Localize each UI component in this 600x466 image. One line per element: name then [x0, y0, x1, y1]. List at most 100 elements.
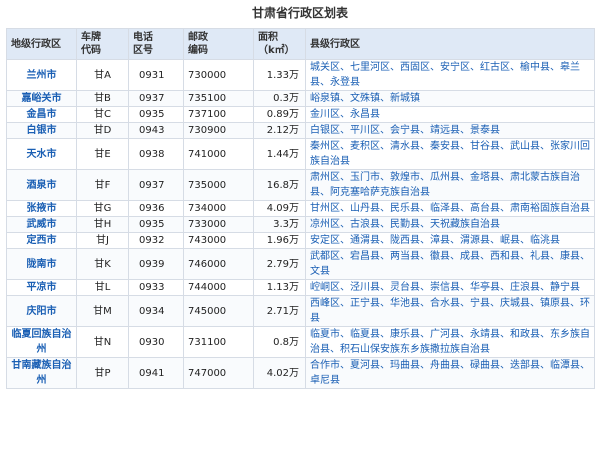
county-link[interactable]: 永登县: [330, 77, 360, 88]
county-link[interactable]: 临潭县: [550, 360, 580, 371]
county-link[interactable]: 永靖县: [470, 329, 500, 340]
county-link[interactable]: 民勤县: [390, 219, 420, 230]
county-link[interactable]: 庄浪县: [510, 282, 540, 293]
county-link[interactable]: 积石山保安族东乡族撒拉族自治县: [340, 344, 490, 355]
county-link[interactable]: 迭部县: [510, 360, 540, 371]
county-link[interactable]: 康乐县: [390, 329, 420, 340]
county-link[interactable]: 清水县: [390, 141, 420, 152]
county-link[interactable]: 崇信县: [430, 282, 460, 293]
county-link[interactable]: 卓尼县: [310, 375, 340, 386]
county-link[interactable]: 瓜州县: [430, 172, 460, 183]
county-link[interactable]: 靖远县: [430, 125, 460, 136]
county-link[interactable]: 西峰区: [310, 298, 340, 309]
county-link[interactable]: 平川区: [350, 125, 380, 136]
county-link[interactable]: 宁县: [470, 298, 490, 309]
city-link[interactable]: 嘉峪关市: [22, 93, 62, 104]
city-link[interactable]: 兰州市: [27, 70, 57, 81]
county-link[interactable]: 舟曲县: [430, 360, 460, 371]
county-link[interactable]: 金塔县: [470, 172, 500, 183]
county-link[interactable]: 白银区: [310, 125, 340, 136]
county-link[interactable]: 峪泉镇: [310, 93, 340, 104]
city-link[interactable]: 定西市: [27, 235, 57, 246]
county-link[interactable]: 崆峒区: [310, 282, 340, 293]
county-link[interactable]: 榆中县: [520, 62, 550, 73]
city-link[interactable]: 平凉市: [27, 282, 57, 293]
county-link[interactable]: 陇西县: [390, 235, 420, 246]
county-link[interactable]: 夏河县: [350, 360, 380, 371]
city-link[interactable]: 金昌市: [27, 109, 57, 120]
county-link[interactable]: 临泽县: [430, 203, 460, 214]
county-link[interactable]: 古浪县: [350, 219, 380, 230]
city-link[interactable]: 酒泉市: [27, 180, 57, 191]
county-link[interactable]: 新城镇: [390, 93, 420, 104]
county-link[interactable]: 西固区: [400, 62, 430, 73]
county-link[interactable]: 静宁县: [550, 282, 580, 293]
city-link[interactable]: 张掖市: [27, 203, 57, 214]
county-link[interactable]: 漳县: [430, 235, 450, 246]
county-link[interactable]: 城关区: [310, 62, 340, 73]
county-link[interactable]: 武都区: [310, 251, 340, 262]
county-separator: 、: [340, 298, 350, 309]
city-link[interactable]: 天水市: [27, 149, 57, 160]
county-link[interactable]: 凉州区: [310, 219, 340, 230]
county-link[interactable]: 敦煌市: [390, 172, 420, 183]
county-link[interactable]: 天祝藏族自治县: [430, 219, 500, 230]
county-link[interactable]: 麦积区: [350, 141, 380, 152]
county-link[interactable]: 金川区: [310, 109, 340, 120]
county-link[interactable]: 灵台县: [390, 282, 420, 293]
county-link[interactable]: 安宁区: [440, 62, 470, 73]
county-link[interactable]: 肃南裕固族自治县: [510, 203, 590, 214]
county-link[interactable]: 徽县: [430, 251, 450, 262]
city-link[interactable]: 甘南藏族自治州: [12, 360, 72, 386]
county-link[interactable]: 合水县: [430, 298, 460, 309]
city-link[interactable]: 武威市: [27, 219, 57, 230]
county-link[interactable]: 文县: [310, 266, 330, 277]
county-link[interactable]: 玛曲县: [390, 360, 420, 371]
county-link[interactable]: 合作市: [310, 360, 340, 371]
county-link[interactable]: 宕昌县: [350, 251, 380, 262]
county-link[interactable]: 高台县: [470, 203, 500, 214]
county-link[interactable]: 文殊镇: [350, 93, 380, 104]
county-link[interactable]: 阿克塞哈萨克族自治县: [330, 187, 430, 198]
county-link[interactable]: 甘谷县: [470, 141, 500, 152]
county-link[interactable]: 临夏市: [310, 329, 340, 340]
county-link[interactable]: 康县: [560, 251, 580, 262]
county-link[interactable]: 武山县: [510, 141, 540, 152]
county-link[interactable]: 永昌县: [350, 109, 380, 120]
county-link[interactable]: 华池县: [390, 298, 420, 309]
county-link[interactable]: 七里河区: [350, 62, 390, 73]
county-link[interactable]: 安定区: [310, 235, 340, 246]
county-link[interactable]: 临夏县: [350, 329, 380, 340]
county-link[interactable]: 正宁县: [350, 298, 380, 309]
county-link[interactable]: 西和县: [490, 251, 520, 262]
county-link[interactable]: 泾川县: [350, 282, 380, 293]
county-link[interactable]: 礼县: [530, 251, 550, 262]
city-link[interactable]: 白银市: [27, 125, 57, 136]
county-link[interactable]: 广河县: [430, 329, 460, 340]
county-link[interactable]: 民乐县: [390, 203, 420, 214]
city-link[interactable]: 庆阳市: [27, 306, 57, 317]
county-link[interactable]: 和政县: [510, 329, 540, 340]
county-link[interactable]: 通渭县: [350, 235, 380, 246]
county-link[interactable]: 镇原县: [540, 298, 570, 309]
county-link[interactable]: 会宁县: [390, 125, 420, 136]
county-link[interactable]: 秦安县: [430, 141, 460, 152]
county-link[interactable]: 临洮县: [530, 235, 560, 246]
city-link[interactable]: 临夏回族自治州: [12, 329, 72, 355]
county-link[interactable]: 玉门市: [350, 172, 380, 183]
counties-cell: 峪泉镇、文殊镇、新城镇: [305, 90, 595, 107]
county-link[interactable]: 肃州区: [310, 172, 340, 183]
county-link[interactable]: 华亭县: [470, 282, 500, 293]
county-link[interactable]: 碌曲县: [470, 360, 500, 371]
city-link[interactable]: 陇南市: [27, 259, 57, 270]
county-link[interactable]: 红古区: [480, 62, 510, 73]
county-link[interactable]: 甘州区: [310, 203, 340, 214]
county-link[interactable]: 庆城县: [500, 298, 530, 309]
county-link[interactable]: 两当县: [390, 251, 420, 262]
county-link[interactable]: 成县: [460, 251, 480, 262]
county-link[interactable]: 渭源县: [460, 235, 490, 246]
county-link[interactable]: 秦州区: [310, 141, 340, 152]
county-link[interactable]: 山丹县: [350, 203, 380, 214]
county-link[interactable]: 岷县: [500, 235, 520, 246]
county-link[interactable]: 景泰县: [470, 125, 500, 136]
